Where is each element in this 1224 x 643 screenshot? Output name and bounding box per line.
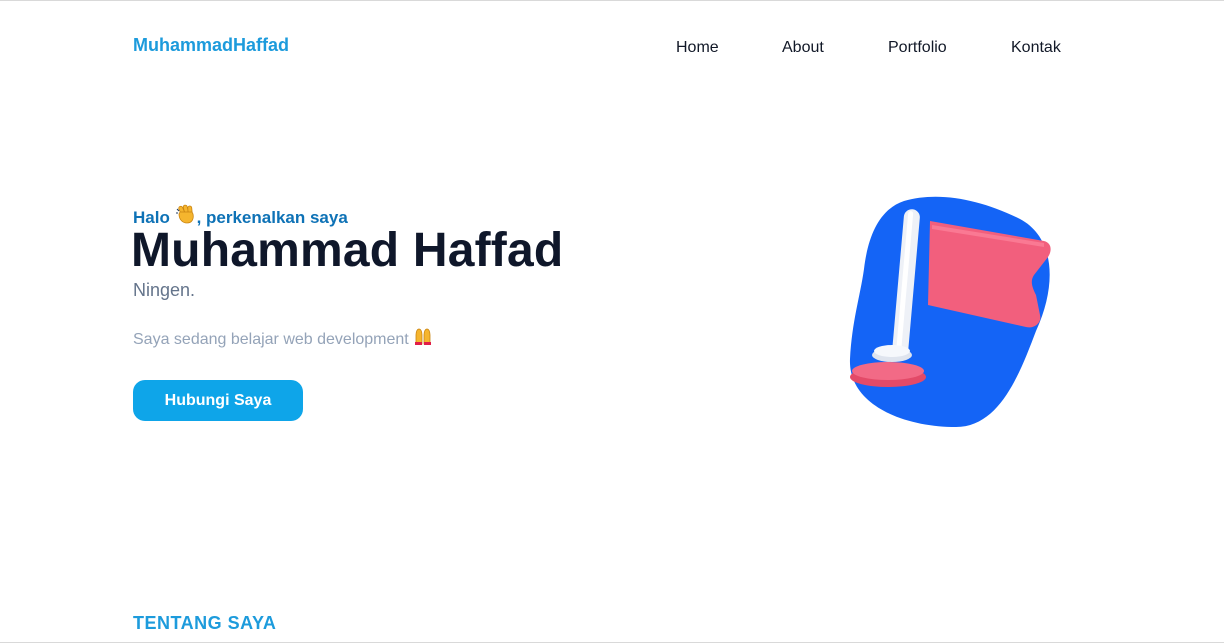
hero-description: Saya sedang belajar web development	[133, 326, 433, 351]
hero-subtitle: Ningen.	[133, 280, 196, 300]
about-section-heading: TENTANG SAYA	[133, 613, 277, 633]
page: MuhammadHaffad Home About Portfolio Kont…	[0, 0, 1224, 643]
contact-me-button[interactable]: Hubungi Saya	[133, 380, 303, 421]
raising-hands-icon	[413, 326, 433, 351]
hero-name: Muhammad Haffad	[131, 224, 564, 277]
nav-portfolio[interactable]: Portfolio	[888, 39, 947, 57]
nav-home[interactable]: Home	[676, 39, 719, 57]
description-text: Saya sedang belajar web development	[133, 331, 409, 348]
nav-about[interactable]: About	[782, 39, 824, 57]
main-nav: Home About Portfolio Kontak	[0, 39, 1224, 61]
flag-illustration	[840, 191, 1060, 431]
nav-kontak[interactable]: Kontak	[1011, 39, 1061, 57]
